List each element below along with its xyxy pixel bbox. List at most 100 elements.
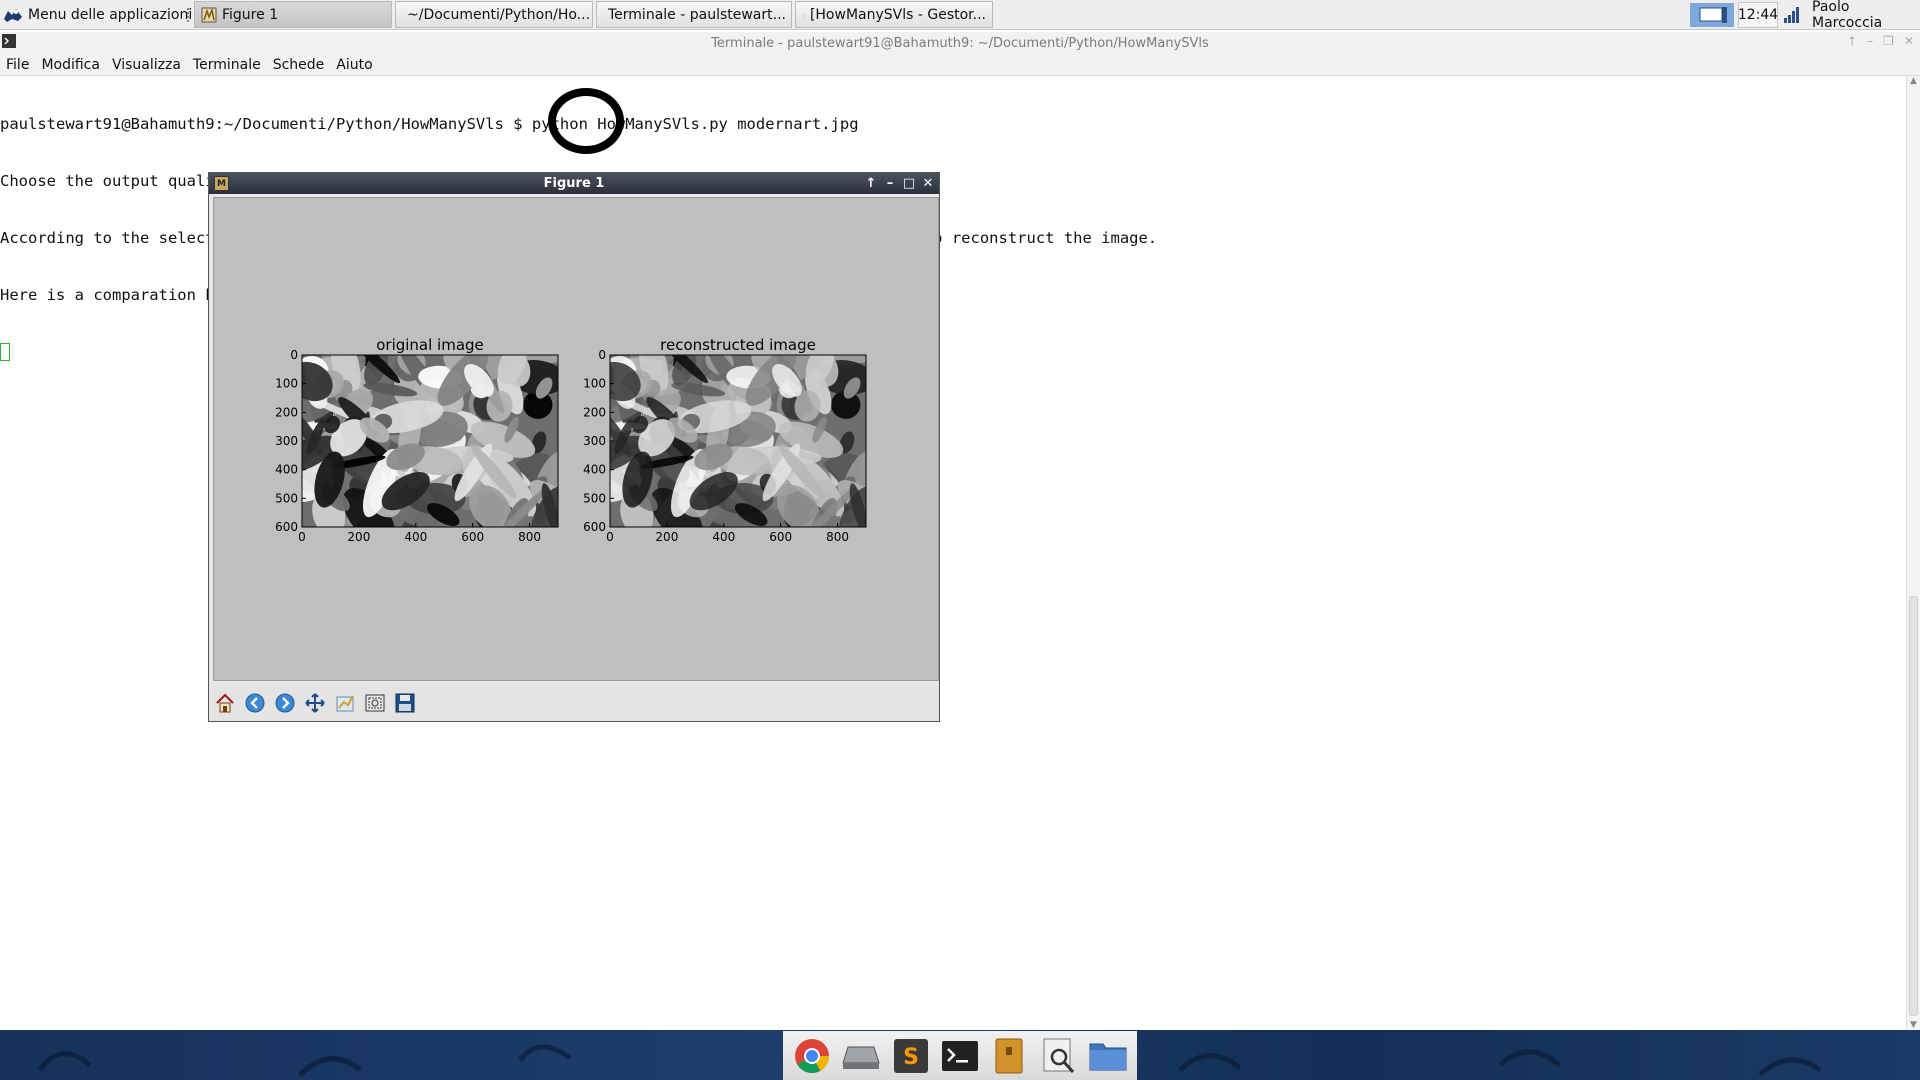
x-tick-label: 0 xyxy=(606,530,614,544)
network-indicator[interactable] xyxy=(1782,2,1804,28)
clock[interactable]: 12:44 xyxy=(1738,2,1778,28)
menu-aiuto[interactable]: Aiuto xyxy=(336,57,372,73)
figure-canvas[interactable]: original image 0 200 400 600 800 0 100 200 300 400… xyxy=(213,197,939,681)
dock-image-viewer[interactable] xyxy=(1038,1035,1080,1077)
x-tick-label: 800 xyxy=(518,530,541,544)
subplot-title: original image xyxy=(376,336,484,354)
task-terminal-documenti[interactable]: ~/Documenti/Python/Ho... xyxy=(395,1,593,28)
maximize-icon[interactable]: ❐ xyxy=(1883,34,1894,48)
y-tick-label: 300 xyxy=(275,434,298,448)
dock-files[interactable] xyxy=(1087,1035,1129,1077)
y-tick-label: 200 xyxy=(275,405,298,419)
archive-icon xyxy=(995,1038,1023,1073)
menu-terminale[interactable]: Terminale xyxy=(193,57,261,73)
forward-button[interactable] xyxy=(273,691,297,715)
task-terminal-paulstewart[interactable]: Terminale - paulstewart... xyxy=(596,1,792,28)
y-tick-label: 200 xyxy=(583,405,606,419)
close-icon[interactable]: ✕ xyxy=(921,175,935,191)
terminal-scrollbar[interactable]: ▲ ▼ xyxy=(1906,76,1920,1030)
figure-window: M Figure 1 ↑ – □ ✕ original image 0 200 400… xyxy=(208,172,940,722)
dock-drive[interactable] xyxy=(840,1035,882,1077)
y-tick-label: 500 xyxy=(275,491,298,505)
application-dock: S xyxy=(783,1031,1137,1080)
matplotlib-icon: M xyxy=(214,176,229,191)
configure-subplots-button[interactable] xyxy=(333,691,357,715)
matplotlib-icon xyxy=(201,6,217,22)
y-tick-label: 100 xyxy=(583,377,606,391)
figure-toolbar xyxy=(209,685,939,721)
task-file-manager[interactable]: [HowManySVls - Gestor... xyxy=(795,1,993,28)
maximize-icon[interactable]: □ xyxy=(902,175,916,191)
annotation-circle xyxy=(548,88,624,154)
x-tick-label: 800 xyxy=(826,530,849,544)
files-icon xyxy=(1089,1043,1127,1070)
y-tick-label: 500 xyxy=(583,491,606,505)
x-tick-label: 0 xyxy=(298,530,306,544)
sublime-text-icon: S xyxy=(893,1038,928,1073)
scroll-up-arrow-icon[interactable]: ▲ xyxy=(1907,76,1920,86)
svg-text:S: S xyxy=(903,1045,919,1070)
minimize-icon[interactable]: – xyxy=(883,175,897,191)
keep-above-icon[interactable]: ↑ xyxy=(864,175,878,191)
folder-icon xyxy=(802,13,805,16)
home-button[interactable] xyxy=(213,691,237,715)
terminal-menubar: File Modifica Visualizza Terminale Sched… xyxy=(0,54,1920,76)
menu-visualizza[interactable]: Visualizza xyxy=(112,57,181,73)
task-label: Terminale - paulstewart... xyxy=(608,6,786,23)
applications-menu-label: Menu delle applicazioni xyxy=(28,7,193,23)
dock-archive-manager[interactable] xyxy=(988,1035,1030,1077)
x-tick-label: 600 xyxy=(769,530,792,544)
scrollbar-thumb[interactable] xyxy=(1909,596,1918,1016)
y-tick-label: 400 xyxy=(583,463,606,477)
zoom-icon xyxy=(365,694,385,712)
workspace-switcher-icon xyxy=(1690,3,1734,27)
forward-icon xyxy=(275,693,295,713)
y-tick-label: 100 xyxy=(275,377,298,391)
y-tick-label: 600 xyxy=(275,520,298,534)
x-tick-label: 400 xyxy=(404,530,427,544)
dock-terminal[interactable] xyxy=(939,1035,981,1077)
applications-menu-icon xyxy=(4,9,22,22)
pan-button[interactable] xyxy=(303,691,327,715)
configure-subplots-icon xyxy=(336,695,354,712)
plot-area: original image 0 200 400 600 800 0 100 200 300 400… xyxy=(275,336,867,544)
figure-titlebar[interactable]: M Figure 1 ↑ – □ ✕ xyxy=(209,173,939,194)
y-tick-label: 300 xyxy=(583,434,606,448)
image-viewer-icon xyxy=(1043,1038,1074,1073)
chrome-icon xyxy=(794,1038,829,1073)
task-label: ~/Documenti/Python/Ho... xyxy=(407,6,591,23)
menu-file[interactable]: File xyxy=(6,57,29,73)
user-menu[interactable]: Paolo Marcoccia xyxy=(1808,0,1920,31)
top-taskbar: Menu delle applicazioni Figure 1 ~/Docum… xyxy=(0,0,1920,31)
scroll-down-arrow-icon[interactable]: ▼ xyxy=(1907,1020,1920,1030)
keep-above-icon[interactable]: ↑ xyxy=(1847,34,1857,48)
save-button[interactable] xyxy=(393,691,417,715)
x-tick-label: 600 xyxy=(461,530,484,544)
back-button[interactable] xyxy=(243,691,267,715)
y-tick-label: 0 xyxy=(598,348,606,362)
minimize-icon[interactable]: – xyxy=(1867,34,1873,48)
pan-icon xyxy=(305,693,325,713)
text-cursor xyxy=(0,343,10,361)
drive-icon xyxy=(842,1046,880,1069)
task-label: [HowManySVls - Gestor... xyxy=(809,6,986,23)
workspace-switcher[interactable] xyxy=(1690,2,1734,28)
close-icon[interactable]: ✕ xyxy=(1904,34,1914,48)
x-tick-label: 400 xyxy=(712,530,735,544)
menu-modifica[interactable]: Modifica xyxy=(41,57,100,73)
dock-chrome[interactable] xyxy=(791,1035,833,1077)
terminal-window-title: Terminale - paulstewart91@Bahamuth9: ~/D… xyxy=(711,35,1209,51)
applications-menu-button[interactable]: Menu delle applicazioni xyxy=(2,3,198,27)
task-figure-1[interactable]: Figure 1 xyxy=(194,1,392,28)
separator xyxy=(187,8,189,22)
dock-sublime-text[interactable]: S xyxy=(890,1035,932,1077)
y-tick-label: 400 xyxy=(275,463,298,477)
y-tick-label: 0 xyxy=(290,348,298,362)
figure-window-title: Figure 1 xyxy=(543,176,605,191)
y-tick-label: 600 xyxy=(583,520,606,534)
menu-schede[interactable]: Schede xyxy=(273,57,325,73)
zoom-button[interactable] xyxy=(363,691,387,715)
terminal-line: paulstewart91@Bahamuth9:~/Documenti/Pyth… xyxy=(0,115,859,133)
terminal-icon xyxy=(941,1040,978,1071)
back-icon xyxy=(245,693,265,713)
